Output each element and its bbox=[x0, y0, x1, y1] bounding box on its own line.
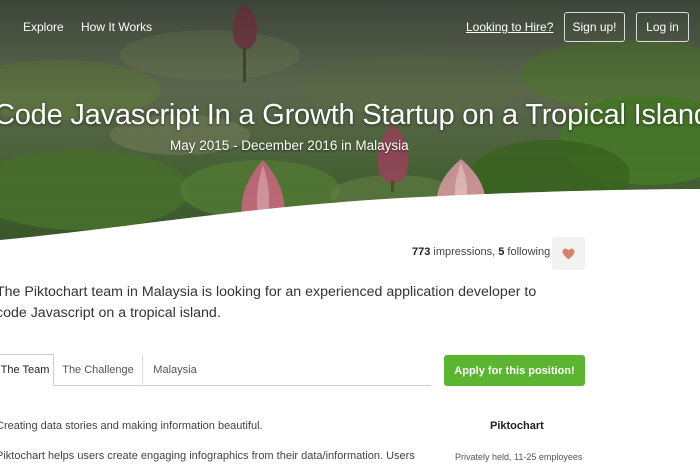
sign-up-button[interactable]: Sign up! bbox=[564, 12, 625, 42]
nav-how-it-works-link[interactable]: How It Works bbox=[81, 20, 152, 34]
tab-the-challenge[interactable]: The Challenge bbox=[54, 354, 143, 386]
looking-to-hire-link[interactable]: Looking to Hire? bbox=[466, 20, 553, 34]
company-description: Piktochart helps users create engaging i… bbox=[0, 450, 415, 467]
tab-malaysia[interactable]: Malaysia bbox=[143, 354, 207, 386]
apply-button[interactable]: Apply for this position! bbox=[444, 355, 585, 386]
heart-icon bbox=[562, 248, 575, 259]
image-credit: Image: Open bbox=[641, 197, 688, 206]
job-intro: The Piktochart team in Malaysia is looki… bbox=[0, 284, 537, 321]
impressions-label: impressions, bbox=[430, 246, 499, 258]
impressions-count: 773 bbox=[412, 246, 431, 258]
follow-heart-button[interactable] bbox=[552, 237, 585, 270]
following-label: following bbox=[504, 246, 551, 258]
company-tagline: Creating data stories and making informa… bbox=[0, 420, 263, 432]
tab-the-team[interactable]: The Team bbox=[0, 354, 54, 386]
log-in-button[interactable]: Log in bbox=[636, 12, 689, 42]
section-tabs: The Team The Challenge Malaysia bbox=[0, 354, 431, 386]
date-location-subtitle: May 2015 - December 2016 in Malaysia bbox=[170, 138, 409, 153]
company-name: Piktochart bbox=[490, 420, 544, 432]
page-title: Code Javascript In a Growth Startup on a… bbox=[0, 99, 700, 131]
top-nav: Explore How It Works Looking to Hire? Si… bbox=[0, 0, 700, 54]
nav-explore-link[interactable]: Explore bbox=[23, 20, 64, 34]
impressions-stats: 773 impressions, 5 following bbox=[412, 246, 550, 258]
company-info: Privately held, 11-25 employees bbox=[455, 452, 583, 462]
